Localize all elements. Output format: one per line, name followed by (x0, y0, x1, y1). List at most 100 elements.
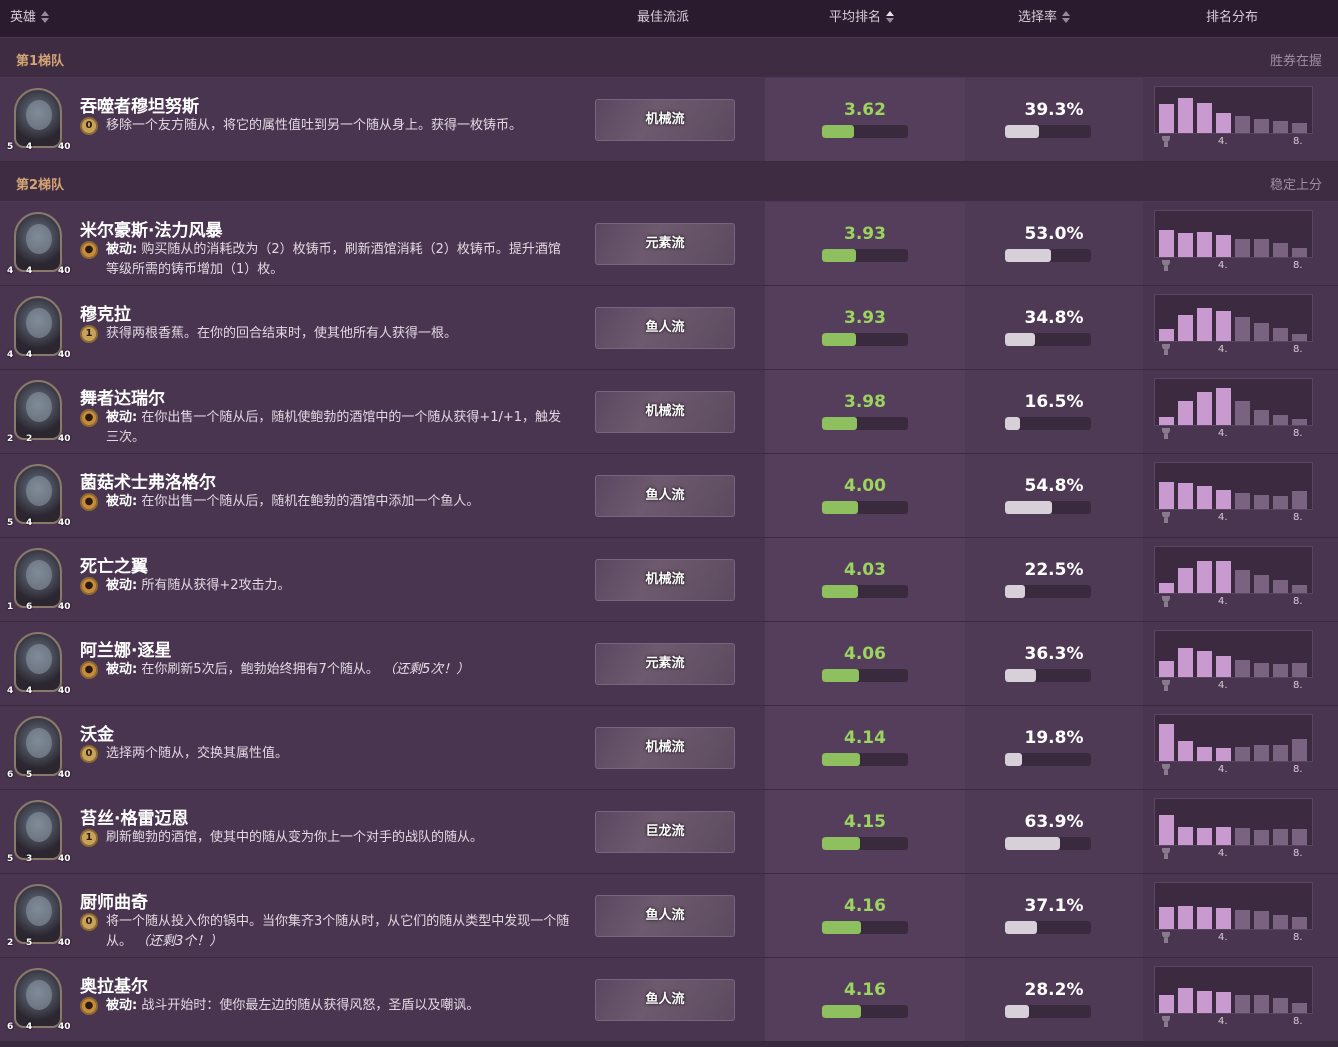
avg-rank-value: 4.03 (844, 560, 886, 580)
dist-label-end: 8. (1293, 136, 1303, 147)
avg-rank-cell: 4.14 (765, 706, 965, 789)
hero-portrait[interactable]: 4 4 40 (6, 632, 71, 696)
hero-power-cost-icon: 1 (80, 325, 98, 343)
trophy-icon (1160, 680, 1172, 691)
hero-name[interactable]: 吞噬者穆坦努斯 (80, 92, 199, 117)
sort-icon[interactable] (1061, 10, 1071, 24)
dist-label-end: 8. (1293, 428, 1303, 439)
best-strategy-badge[interactable]: 鱼人流 (595, 307, 735, 349)
best-strategy-badge[interactable]: 机械流 (595, 391, 735, 433)
sort-icon[interactable] (885, 10, 895, 24)
hero-name[interactable]: 穆克拉 (80, 300, 131, 325)
hero-row[interactable]: 4.00 54.8% 5 4 40 菌菇术士弗洛格尔 ● 被动: 在你出售一个随从后，随机在鲍… (0, 454, 1338, 538)
hero-name[interactable]: 舞者达瑞尔 (80, 384, 165, 409)
rank-distribution-chart (1154, 714, 1313, 762)
hero-name[interactable]: 菌菇术士弗洛格尔 (80, 468, 216, 493)
rank-distribution-bar (1273, 121, 1288, 133)
avg-rank-column-header[interactable]: 平均排名 (829, 0, 895, 38)
pick-rate-cell: 34.8% (965, 286, 1143, 369)
hero-row[interactable]: 4.15 63.9% 5 3 40 苔丝·格雷迈恩 1 刷新鲍勃的酒馆，使其中的随从变为你上一… (0, 790, 1338, 874)
rank-distribution-bar (1292, 663, 1307, 677)
best-strategy-badge[interactable]: 元素流 (595, 223, 735, 265)
hero-name[interactable]: 苔丝·格雷迈恩 (80, 804, 188, 829)
hero-portrait[interactable]: 2 5 40 (6, 884, 71, 948)
hero-power-description: 0 将一个随从投入你的锅中。当你集齐3个随从时，从它们的随从类型中发现一个随从。 … (80, 912, 570, 952)
pick-rate-column-header[interactable]: 选择率 (1018, 0, 1071, 38)
hero-power-cost-icon: 0 (80, 913, 98, 931)
avg-rank-cell: 4.03 (765, 538, 965, 621)
trophy-icon (1160, 136, 1172, 147)
rank-distribution-bar (1292, 829, 1307, 845)
hero-name[interactable]: 阿兰娜·逐星 (80, 636, 171, 661)
hero-power-description: 1 获得两根香蕉。在你的回合结束时，使其他所有人获得一根。 (80, 324, 570, 344)
hero-row[interactable]: 4.16 28.2% 6 4 40 奥拉基尔 ● 被动: 战斗开始时：使你最左边的随从获得风怒… (0, 958, 1338, 1042)
best-strategy-badge[interactable]: 机械流 (595, 99, 735, 141)
attack-stat: 4 (7, 686, 14, 696)
hero-portrait[interactable]: 2 2 40 (6, 380, 71, 444)
hero-portrait[interactable]: 6 5 40 (6, 716, 71, 780)
pick-rate-bar (1005, 921, 1091, 934)
attack-stat: 5 (7, 854, 14, 864)
attack-stat: 6 (7, 770, 14, 780)
hero-portrait[interactable]: 5 4 40 (6, 464, 71, 528)
hero-portrait[interactable]: 4 4 40 (6, 296, 71, 360)
rank-distribution-bar (1159, 230, 1174, 257)
hero-row[interactable]: 4.06 36.3% 4 4 40 阿兰娜·逐星 ● 被动: 在你刷新5次后，鲍勃始终拥有7个… (0, 622, 1338, 706)
rank-distribution-bar (1235, 570, 1250, 593)
best-strategy-badge[interactable]: 巨龙流 (595, 811, 735, 853)
best-strategy-badge[interactable]: 鱼人流 (595, 895, 735, 937)
hero-row[interactable]: 4.16 37.1% 2 5 40 厨师曲奇 0 将一个随从投入你的锅中。当你集齐3个随从时，… (0, 874, 1338, 958)
hero-portrait[interactable]: 5 4 40 (6, 88, 71, 152)
pick-rate-bar (1005, 125, 1091, 138)
sort-icon[interactable] (40, 10, 50, 24)
hero-power-description: ● 被动: 在你出售一个随从后，随机使鲍勃的酒馆中的一个随从获得+1/+1，触发 … (80, 408, 570, 448)
hero-name[interactable]: 米尔豪斯·法力风暴 (80, 216, 222, 241)
best-strategy-badge[interactable]: 元素流 (595, 643, 735, 685)
hero-portrait[interactable]: 6 4 40 (6, 968, 71, 1032)
rank-distribution-chart (1154, 546, 1313, 594)
hero-power-text: 在你出售一个随从后，随机在鲍勃的酒馆中添加一个鱼人。 (141, 494, 480, 509)
rank-distribution-bar (1235, 116, 1250, 133)
health-stat: 5 (26, 770, 33, 780)
avg-rank-bar-fill (822, 669, 859, 682)
avg-rank-value: 4.00 (844, 476, 886, 496)
passive-label: 被动: (106, 494, 138, 509)
rank-distribution-bar (1159, 104, 1174, 133)
pick-rate-value: 19.8% (1024, 728, 1084, 748)
pick-rate-bar-fill (1005, 1005, 1030, 1018)
hero-power-text: 所有随从获得+2攻击力。 (141, 578, 291, 593)
hero-row[interactable]: 3.93 34.8% 4 4 40 穆克拉 1 获得两根香蕉。在你的回合结束时，使其他所有人获… (0, 286, 1338, 370)
best-strategy-badge[interactable]: 机械流 (595, 727, 735, 769)
hero-column-header[interactable]: 英雄 (10, 0, 50, 38)
rank-distribution-bar (1292, 585, 1307, 593)
hero-face (26, 560, 52, 590)
hero-name[interactable]: 奥拉基尔 (80, 972, 148, 997)
best-strategy-badge[interactable]: 鱼人流 (595, 979, 735, 1021)
hero-row[interactable]: 3.62 39.3% 5 4 40 吞噬者穆坦努斯 0 移除一个友方随从，将它的属性值吐到另一… (0, 78, 1338, 162)
best-strategy-badge[interactable]: 鱼人流 (595, 475, 735, 517)
rank-distribution-bar (1273, 580, 1288, 593)
pick-rate-bar-fill (1005, 921, 1037, 934)
pick-rate-value: 37.1% (1024, 896, 1084, 916)
hero-row[interactable]: 3.98 16.5% 2 2 40 舞者达瑞尔 ● 被动: 在你出售一个随从后，随机使鲍勃的酒… (0, 370, 1338, 454)
health-stat: 4 (26, 142, 33, 152)
hero-portrait[interactable]: 5 3 40 (6, 800, 71, 864)
trophy-icon (1160, 260, 1172, 271)
table-header: 英雄 最佳流派 平均排名 选择率 排名分布 (0, 0, 1338, 38)
hero-row[interactable]: 3.93 53.0% 4 4 40 米尔豪斯·法力风暴 ● 被动: 购买随从的消耗改为（2）枚… (0, 202, 1338, 286)
hero-row[interactable]: 4.03 22.5% 1 6 40 死亡之翼 ● 被动: 所有随从获得+2攻击力。 机械流 4. 8… (0, 538, 1338, 622)
hero-portrait[interactable]: 1 6 40 (6, 548, 71, 612)
rank-distribution-bar (1197, 907, 1212, 929)
tier-header: 第2梯队 稳定上分 (0, 162, 1338, 202)
avg-rank-bar (822, 921, 908, 934)
hero-name[interactable]: 沃金 (80, 720, 114, 745)
avg-rank-cell: 3.93 (765, 202, 965, 285)
pick-rate-bar (1005, 585, 1091, 598)
avg-rank-bar-fill (822, 921, 861, 934)
hero-name[interactable]: 厨师曲奇 (80, 888, 148, 913)
hero-name[interactable]: 死亡之翼 (80, 552, 148, 577)
avg-rank-header-label: 平均排名 (829, 10, 882, 25)
hero-portrait[interactable]: 4 4 40 (6, 212, 71, 276)
best-strategy-badge[interactable]: 机械流 (595, 559, 735, 601)
hero-row[interactable]: 4.14 19.8% 6 5 40 沃金 0 选择两个随从，交换其属性值。 机械流 4. 8. (0, 706, 1338, 790)
